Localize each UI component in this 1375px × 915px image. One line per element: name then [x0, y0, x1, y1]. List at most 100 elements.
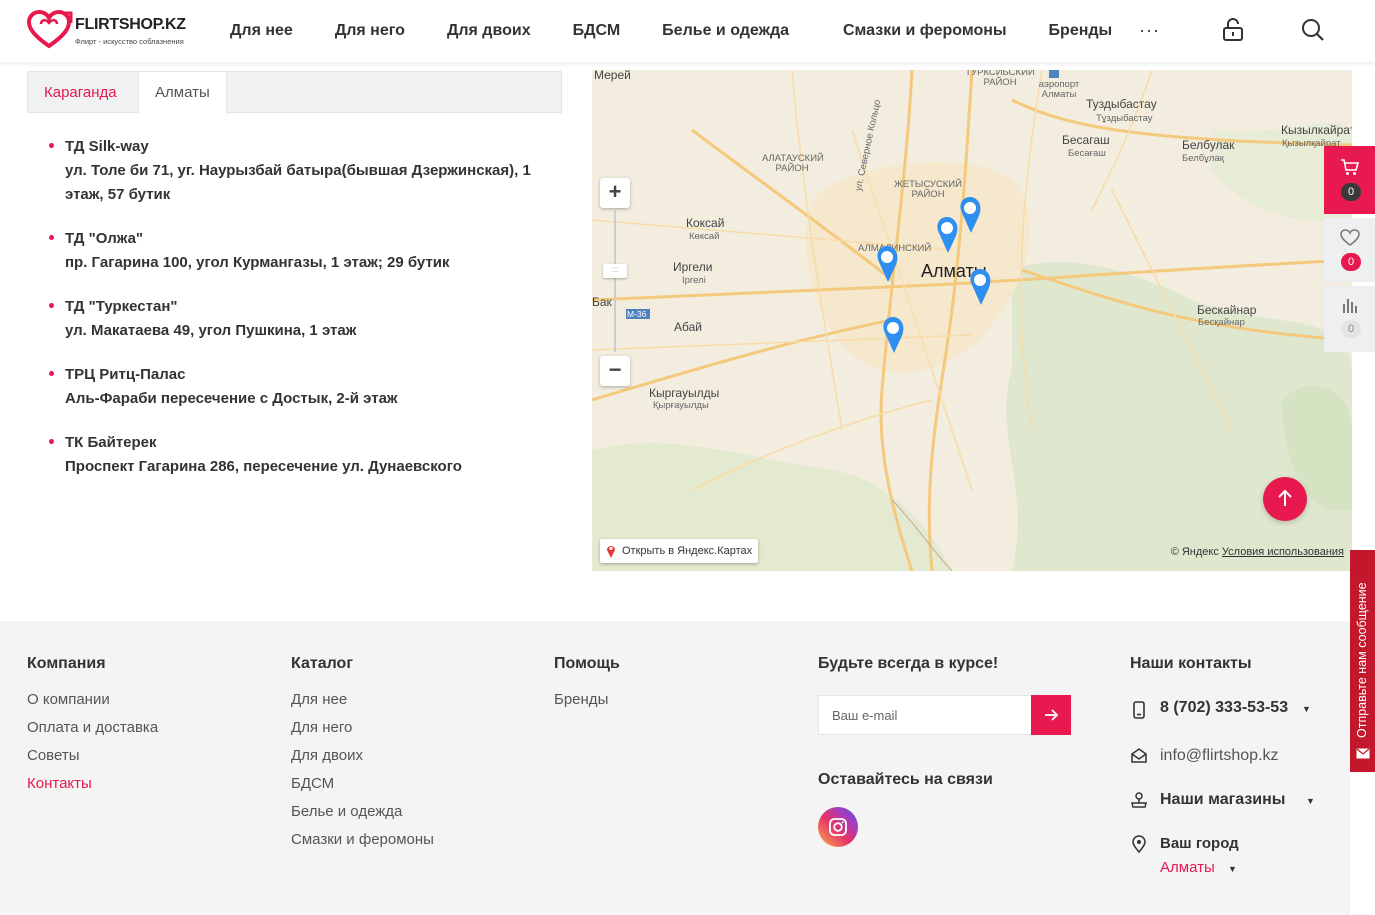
search-icon[interactable]	[1300, 17, 1326, 43]
store-location-icon	[1131, 792, 1147, 808]
map-label-alatau: АЛАТАУСКИЙ РАЙОН	[762, 153, 824, 174]
nav-more-button[interactable]: ···	[1139, 20, 1160, 41]
footer-link-about[interactable]: О компании	[27, 686, 158, 714]
footer-link-delivery[interactable]: Оплата и доставка	[27, 714, 158, 742]
footer-link-for-him[interactable]: Для него	[291, 714, 434, 742]
map-label-besagash-kz: Бесағаш	[1068, 148, 1106, 159]
nav-item-lubricants[interactable]: Смазки и феромоны	[843, 22, 1007, 40]
lock-icon[interactable]	[1220, 17, 1246, 43]
map-label-kyrgauldy-kz: Қырғауылды	[653, 400, 709, 411]
footer-heading: Наши контакты	[1130, 655, 1252, 672]
nav-item-for-him[interactable]: Для него	[335, 22, 405, 40]
map-label-beskainar: Бескайнар	[1197, 303, 1257, 317]
store-address: Проспект Гагарина 286, пересечение ул. Д…	[65, 458, 462, 475]
yandex-map[interactable]: Мерей ТУРКСИБСКИЙ РАЙОН аэропорт Алматы …	[592, 70, 1352, 571]
map-label-merey: Мерей	[594, 70, 631, 82]
store-address: ул. Толе би 71, уг. Наурызбай батыра(быв…	[65, 162, 531, 203]
subscribe-form	[818, 695, 1071, 735]
tab-almaty[interactable]: Алматы	[138, 72, 227, 114]
map-label-koksay: Коксай	[686, 216, 725, 230]
nav-item-lingerie[interactable]: Белье и одежда	[662, 22, 789, 40]
side-cart-button[interactable]: 0	[1324, 146, 1375, 214]
stores-label: Наши магазины	[1160, 791, 1286, 808]
chevron-down-icon: ▼	[1228, 864, 1237, 874]
scroll-to-top-button[interactable]	[1263, 477, 1307, 521]
compare-chart-icon	[1343, 299, 1357, 313]
map-pin-icon[interactable]	[935, 216, 961, 254]
feedback-tab[interactable]: Отправьте нам сообщение	[1350, 550, 1375, 772]
zoom-in-button[interactable]: +	[600, 178, 630, 208]
city-selector[interactable]: Алматы	[1160, 859, 1215, 876]
chevron-down-icon: ▼	[1306, 796, 1315, 806]
nav-item-brands[interactable]: Бренды	[1049, 22, 1113, 40]
instagram-icon	[829, 818, 847, 836]
zoom-out-button[interactable]: −	[600, 356, 630, 386]
side-compare-button[interactable]: 0	[1324, 286, 1375, 352]
footer-link-tips[interactable]: Советы	[27, 742, 158, 770]
open-in-yandex-link[interactable]: Открыть в Яндекс.Картах	[600, 539, 759, 563]
map-label-kyrgauldy: Кыргауылды	[649, 386, 720, 400]
store-name: ТРЦ Ритц-Палас	[65, 366, 186, 383]
site-footer: Компания О компании Оплата и доставка Со…	[0, 621, 1350, 915]
footer-company: Компания О компании Оплата и доставка Со…	[27, 655, 158, 798]
store-name: ТД "Олжа"	[65, 230, 144, 247]
map-pin-outline-icon	[1132, 835, 1146, 853]
footer-contacts: Наши контакты 8 (702) 333-53-53 ▼ info@f…	[1130, 655, 1330, 915]
list-item: ТД Silk-way ул. Толе би 71, уг. Наурызба…	[47, 135, 547, 207]
phone-number: 8 (702) 333-53-53	[1160, 699, 1289, 716]
map-label-zhetysu: ЖЕТЫСУСКИЙ РАЙОН	[894, 179, 962, 200]
map-pin-icon[interactable]	[958, 196, 984, 234]
envelope-open-icon	[1131, 748, 1147, 763]
logo-text: FLIRTSHOP.KZ	[75, 16, 186, 33]
map-pin-icon[interactable]	[968, 268, 994, 306]
heart-icon	[1340, 229, 1360, 246]
footer-link-for-her[interactable]: Для нее	[291, 686, 434, 714]
map-label-abay: Абай	[674, 320, 702, 334]
nav-item-for-her[interactable]: Для нее	[230, 22, 293, 40]
envelope-icon	[1356, 748, 1370, 759]
list-item: ТД "Олжа" пр. Гагарина 100, угол Курманг…	[47, 227, 547, 275]
phone-icon	[1133, 701, 1145, 719]
list-item: ТД "Туркестан" ул. Макатаева 49, угол Пу…	[47, 295, 547, 343]
map-label-belbulak: Белбулак	[1182, 138, 1235, 152]
footer-link-bdsm[interactable]: БДСМ	[291, 770, 434, 798]
email-field[interactable]	[819, 696, 1031, 734]
main-nav: Для нее Для него Для двоих БДСМ Белье и …	[230, 0, 1154, 62]
footer-heading: Компания	[27, 655, 106, 672]
footer-link-lubricants[interactable]: Смазки и феромоны	[291, 826, 434, 854]
footer-link-lingerie[interactable]: Белье и одежда	[291, 798, 434, 826]
favorites-count-badge: 0	[1341, 253, 1361, 271]
footer-social-heading: Оставайтесь на связи	[818, 771, 993, 788]
instagram-button[interactable]	[818, 807, 858, 847]
map-copyright: © Яндекс Условия использования	[1171, 546, 1344, 558]
side-favorites-button[interactable]: 0	[1324, 218, 1375, 282]
email-address: info@flirtshop.kz	[1160, 747, 1279, 764]
store-name: ТК Байтерек	[65, 434, 157, 451]
map-zoom-control: + ::: −	[600, 178, 630, 386]
store-address: ул. Макатаева 49, угол Пушкина, 1 этаж	[65, 322, 357, 339]
nav-item-for-two[interactable]: Для двоих	[447, 22, 531, 40]
subscribe-button[interactable]	[1031, 695, 1071, 735]
map-pin-icon[interactable]	[875, 245, 901, 283]
zoom-track	[614, 210, 616, 352]
nav-item-bdsm[interactable]: БДСМ	[573, 22, 621, 40]
store-address: Аль-Фараби пересечение с Достык, 2-й эта…	[65, 390, 398, 407]
footer-link-contacts[interactable]: Контакты	[27, 770, 158, 798]
map-label-turksib: ТУРКСИБСКИЙ РАЙОН	[965, 70, 1035, 88]
yandex-copyright: © Яндекс	[1170, 546, 1219, 558]
footer-link-brands[interactable]: Бренды	[554, 686, 620, 714]
footer-link-for-two[interactable]: Для двоих	[291, 742, 434, 770]
footer-help: Помощь Бренды	[554, 655, 620, 714]
site-logo[interactable]: FLIRTSHOP.KZ Флирт - искусство соблазнен…	[26, 9, 192, 52]
tab-karaganda[interactable]: Караганда	[28, 72, 133, 113]
zoom-slider-handle[interactable]: :::	[603, 264, 627, 278]
map-label-beskainar-kz: Бесқайнар	[1198, 317, 1245, 328]
arrow-right-icon	[1045, 709, 1059, 721]
store-list: ТД Silk-way ул. Толе би 71, уг. Наурызба…	[47, 135, 547, 499]
map-pin-icon[interactable]	[881, 316, 907, 354]
map-label-airport: аэропорт Алматы	[1038, 79, 1080, 100]
location-pin-icon	[607, 546, 615, 558]
terms-of-use-link[interactable]: Условия использования	[1222, 546, 1344, 558]
footer-subscribe: Будьте всегда в курсе! Оставайтесь на св…	[818, 655, 1078, 855]
footer-heading: Помощь	[554, 655, 620, 672]
